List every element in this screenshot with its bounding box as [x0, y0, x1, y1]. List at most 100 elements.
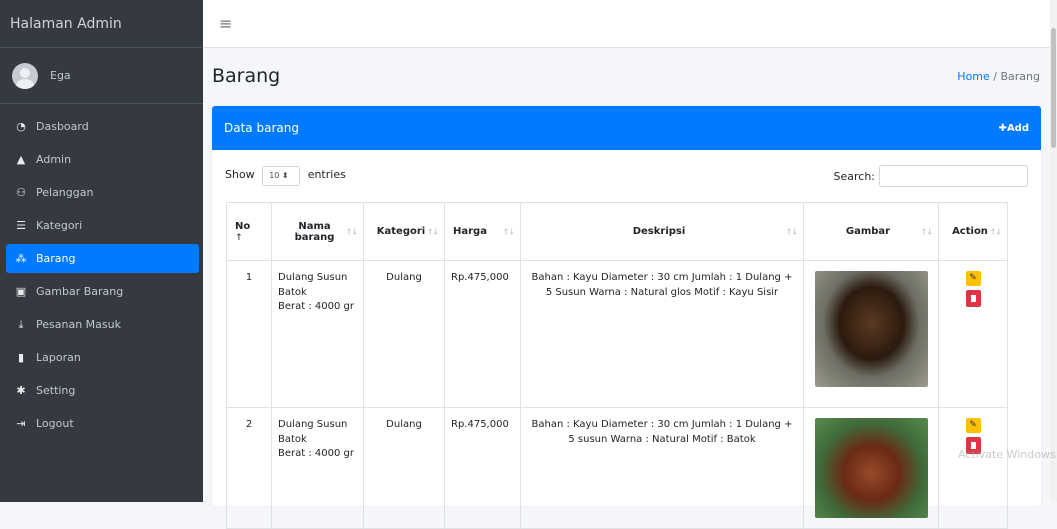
page-title: Barang	[212, 65, 281, 87]
main-content: Barang Home / Barang Data barang ✚Add Sh…	[203, 48, 1050, 529]
th-kategori[interactable]: Kategori ↑↓	[363, 202, 445, 261]
product-image	[814, 271, 928, 387]
cell-price: Rp.475,000	[444, 260, 521, 408]
table-controls: Show 10 ⬍ entries Search:	[212, 150, 1041, 202]
hamburger-icon[interactable]: ≡	[219, 14, 232, 33]
th-harga-label: Harga	[453, 226, 487, 237]
entries-label: entries	[307, 168, 346, 181]
sort-icon: ↑	[235, 232, 243, 243]
add-label: Add	[1006, 122, 1029, 134]
sidebar-item-laporan[interactable]: ▮ Laporan	[6, 343, 199, 372]
cell-description: Bahan : Kayu Diameter : 30 cm Jumlah : 1…	[520, 260, 804, 408]
add-button[interactable]: ✚Add	[999, 123, 1029, 134]
sidebar-item-label: Kategori	[36, 219, 83, 232]
th-gambar-label: Gambar	[845, 226, 891, 237]
edit-icon: ✎	[969, 272, 977, 283]
gear-icon: ✱	[16, 384, 26, 397]
user-name[interactable]: Ega	[50, 69, 71, 82]
page-header: Barang Home / Barang	[203, 48, 1050, 104]
windows-watermark: Activate Windows	[958, 448, 1056, 461]
avatar	[12, 62, 38, 89]
sidebar: Halaman Admin Ega ◔ Dasboard ▲ Admin ⚇ Pelang…	[0, 0, 203, 502]
sort-icon: ↑↓	[345, 227, 358, 236]
plus-icon: ✚	[998, 122, 1007, 134]
sidebar-item-barang[interactable]: ⁂ Barang	[6, 244, 199, 273]
card-title: Data barang	[224, 121, 299, 135]
sidebar-item-label: Pelanggan	[36, 186, 94, 199]
item-name: Dulang Susun Batok	[278, 272, 348, 298]
users-icon: ⚇	[16, 186, 26, 199]
entries-value: 10	[269, 171, 280, 180]
item-weight: Berat : 4000 gr	[278, 448, 354, 459]
length-control: Show 10 ⬍ entries	[225, 166, 346, 186]
cell-category: Dulang	[363, 407, 445, 529]
sidebar-item-label: Pesanan Masuk	[36, 318, 121, 331]
edit-icon: ✎	[969, 419, 977, 430]
sidebar-item-setting[interactable]: ✱ Setting	[6, 376, 199, 405]
sort-icon: ↑↓	[426, 227, 439, 236]
page-scrollbar[interactable]	[1050, 0, 1057, 502]
breadcrumb-separator: /	[989, 69, 1001, 83]
dashboard-icon: ◔	[16, 120, 26, 133]
sidebar-item-kategori[interactable]: ☰ Kategori	[6, 211, 199, 240]
brand-title[interactable]: Halaman Admin	[0, 0, 203, 48]
sidebar-item-pelanggan[interactable]: ⚇ Pelanggan	[6, 178, 199, 207]
table-row: 1 Dulang Susun Batok Berat : 4000 gr Dula…	[226, 260, 1008, 408]
download-icon: ⤓	[18, 317, 24, 331]
sidebar-item-dasboard[interactable]: ◔ Dasboard	[6, 112, 199, 141]
edit-button[interactable]: ✎	[965, 271, 981, 286]
th-kategori-label: Kategori	[376, 226, 426, 237]
sort-icon: ↑↓	[785, 227, 798, 236]
cell-no: 1	[226, 260, 272, 408]
select-caret-icon: ⬍	[281, 171, 289, 180]
cell-image	[803, 407, 939, 529]
cell-name: Dulang Susun Batok Berat : 4000 gr	[271, 260, 364, 408]
sidebar-item-label: Logout	[36, 417, 74, 430]
th-action[interactable]: Action ↑↓	[938, 202, 1008, 261]
th-gambar[interactable]: Gambar ↑↓	[803, 202, 939, 261]
trash-icon	[970, 295, 976, 302]
th-nama-barang-label: Nama barang	[294, 220, 335, 243]
cell-name: Dulang Susun Batok Berat : 4000 gr	[271, 407, 364, 529]
breadcrumb-current: Barang	[1000, 69, 1040, 83]
table-row: 2 Dulang Susun Batok Berat : 4000 gr Dula…	[226, 407, 1008, 529]
sidebar-item-label: Dasboard	[36, 120, 89, 133]
cell-category: Dulang	[363, 260, 445, 408]
th-deskripsi-label: Deskripsi	[632, 226, 686, 237]
show-label: Show	[225, 168, 255, 181]
th-nama-barang[interactable]: Nama barang ↑↓	[271, 202, 364, 261]
topbar: ≡	[203, 0, 1050, 48]
sort-icon: ↑↓	[502, 227, 515, 236]
th-harga[interactable]: Harga ↑↓	[444, 202, 521, 261]
data-card: Data barang ✚Add Show 10 ⬍ entries Searc…	[212, 106, 1041, 529]
image-icon: ▣	[15, 285, 27, 298]
search-input[interactable]	[879, 165, 1028, 187]
sidebar-item-logout[interactable]: ⇥ Logout	[6, 409, 199, 438]
user-panel: Ega	[0, 48, 203, 104]
sidebar-item-admin[interactable]: ▲ Admin	[6, 145, 199, 174]
th-deskripsi[interactable]: Deskripsi ↑↓	[520, 202, 804, 261]
cell-action: ✎	[938, 260, 1008, 408]
sidebar-item-label: Barang	[36, 252, 76, 265]
th-action-label: Action	[952, 226, 988, 237]
breadcrumb: Home / Barang	[957, 70, 1040, 83]
cell-no: 2	[226, 407, 272, 529]
sidebar-item-gambar-barang[interactable]: ▣ Gambar Barang	[6, 277, 199, 306]
card-header: Data barang ✚Add	[212, 106, 1041, 150]
th-no[interactable]: No ↑	[226, 202, 272, 261]
file-icon: ▮	[17, 351, 25, 364]
entries-select[interactable]: 10 ⬍	[262, 166, 301, 186]
breadcrumb-home[interactable]: Home	[957, 70, 989, 83]
sort-icon: ↑↓	[920, 227, 933, 236]
edit-button[interactable]: ✎	[965, 418, 981, 433]
scrollbar-thumb[interactable]	[1051, 28, 1056, 148]
search-control: Search:	[834, 165, 1028, 187]
cubes-icon: ⁂	[15, 252, 27, 265]
item-name: Dulang Susun Batok	[278, 419, 348, 445]
delete-button[interactable]	[965, 290, 981, 307]
cell-price: Rp.475,000	[444, 407, 521, 529]
user-icon: ▲	[16, 153, 26, 166]
sidebar-item-pesanan-masuk[interactable]: ⤓ Pesanan Masuk	[6, 310, 199, 339]
cell-action: ✎	[938, 407, 1008, 529]
item-weight: Berat : 4000 gr	[278, 301, 354, 312]
